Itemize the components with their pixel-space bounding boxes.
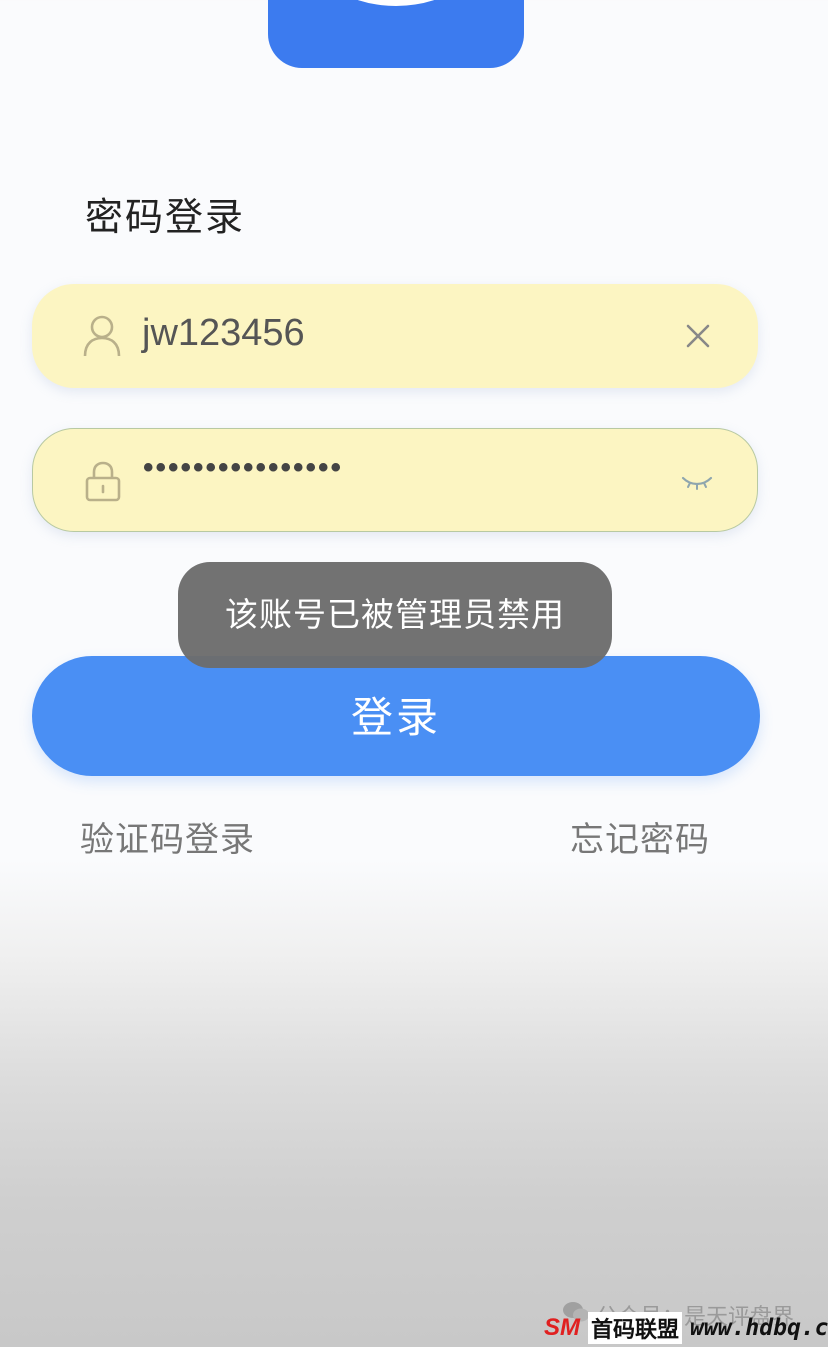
password-field[interactable]: •••••••••••••••• bbox=[32, 428, 758, 532]
sms-login-link[interactable]: 验证码登录 bbox=[80, 812, 255, 861]
app-logo-icon bbox=[268, 0, 524, 68]
login-button[interactable]: 登录 bbox=[32, 656, 760, 776]
user-icon bbox=[83, 315, 121, 357]
page-title: 密码登录 bbox=[85, 195, 246, 239]
brand-url: www.hdbq.cc bbox=[690, 1315, 828, 1341]
password-value[interactable]: •••••••••••••••• bbox=[143, 451, 343, 485]
logo-ring-shape bbox=[357, 0, 435, 6]
brand-watermark: SM 首码联盟 www.hdbq.cc bbox=[544, 1312, 828, 1344]
lock-icon bbox=[85, 461, 121, 502]
forgot-password-link[interactable]: 忘记密码 bbox=[570, 812, 710, 861]
close-icon[interactable] bbox=[682, 320, 714, 352]
error-toast: 该账号已被管理员禁用 bbox=[178, 562, 612, 668]
username-value[interactable]: jw123456 bbox=[142, 312, 305, 355]
eye-closed-icon[interactable] bbox=[681, 465, 713, 497]
username-field[interactable]: jw123456 bbox=[32, 284, 758, 388]
brand-logo: SM bbox=[544, 1314, 580, 1341]
brand-name: 首码联盟 bbox=[588, 1312, 683, 1344]
